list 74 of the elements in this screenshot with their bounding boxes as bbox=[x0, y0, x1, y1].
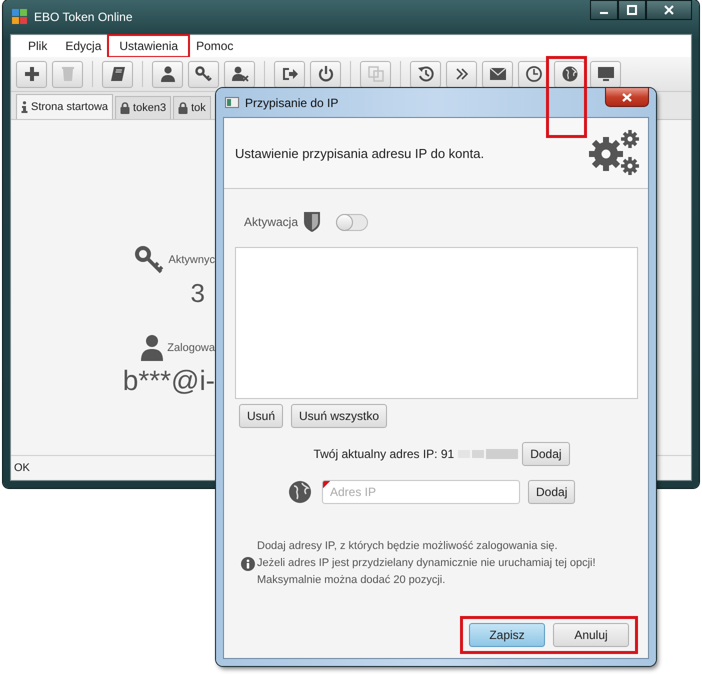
plus-button[interactable] bbox=[16, 60, 47, 88]
stat-label: Zalogowa bbox=[167, 342, 215, 354]
cancel-button[interactable]: Anuluj bbox=[553, 623, 629, 647]
dialog-title: Przypisanie do IP bbox=[245, 96, 338, 110]
close-icon bbox=[664, 5, 674, 15]
stat-value: b***@i- bbox=[122, 365, 215, 397]
blurred-ip-mark bbox=[458, 449, 518, 459]
maximize-button[interactable] bbox=[618, 0, 646, 20]
gears-icon bbox=[588, 128, 642, 178]
add-button[interactable]: Dodaj bbox=[528, 480, 576, 504]
menu-item[interactable]: Ustawienia bbox=[110, 37, 188, 55]
remove-button[interactable]: Usuń bbox=[239, 404, 284, 428]
shield-icon bbox=[304, 212, 320, 232]
info-icon bbox=[21, 101, 28, 113]
clock-button[interactable] bbox=[518, 60, 549, 88]
power-button[interactable] bbox=[310, 60, 341, 88]
key-icon bbox=[134, 246, 165, 274]
stat-label: Aktywnyc bbox=[168, 254, 215, 266]
envelope-button[interactable] bbox=[482, 60, 513, 88]
app-logo-icon bbox=[12, 9, 28, 25]
key-button[interactable] bbox=[188, 60, 219, 88]
info-text: Jeżeli adres IP jest przydzielany dynamicznie nie uruchamiaj tej opcji! bbox=[257, 556, 596, 571]
power-icon bbox=[316, 65, 334, 83]
add-button[interactable]: Dodaj bbox=[522, 442, 570, 466]
user-icon bbox=[158, 65, 176, 83]
plus-icon bbox=[22, 65, 40, 83]
chevrons-button[interactable] bbox=[446, 60, 477, 88]
current-ip-text: Twój aktualny adres IP: 91 bbox=[313, 447, 454, 461]
close-button[interactable] bbox=[646, 0, 692, 20]
tab[interactable]: token3 bbox=[115, 96, 172, 119]
stat-value: 3 bbox=[190, 278, 206, 309]
menu-item[interactable]: Pomoc bbox=[187, 37, 242, 55]
key-icon bbox=[194, 65, 212, 83]
activation-toggle[interactable] bbox=[336, 214, 368, 230]
sign-out-button[interactable] bbox=[274, 60, 305, 88]
copy-icon bbox=[366, 65, 384, 83]
globe-icon bbox=[560, 65, 578, 83]
dialog-heading: Ustawienie przypisania adresu IP do konta. bbox=[235, 146, 486, 160]
activation-label: Aktywacja bbox=[244, 215, 298, 229]
remove-button[interactable]: Usuń wszystko bbox=[291, 404, 388, 428]
history-button[interactable] bbox=[410, 60, 441, 88]
close-icon bbox=[622, 92, 632, 102]
monitor-icon bbox=[596, 65, 614, 83]
window-icon bbox=[225, 97, 239, 108]
clock-icon bbox=[524, 65, 542, 83]
window-title: EBO Token Online bbox=[34, 10, 133, 24]
menu-item[interactable]: Edycja bbox=[56, 37, 110, 55]
maximize-icon bbox=[627, 5, 637, 15]
globe-icon bbox=[289, 481, 311, 503]
user-button[interactable] bbox=[152, 60, 183, 88]
history-icon bbox=[416, 65, 434, 83]
ip-address-field[interactable]: Adres IP bbox=[322, 480, 520, 504]
info-text: Maksymalnie można dodać 20 pozycji. bbox=[257, 573, 446, 588]
status-text: OK bbox=[14, 462, 30, 474]
globe-button[interactable] bbox=[554, 60, 585, 88]
lock-icon bbox=[120, 102, 130, 114]
tab[interactable]: Strona startowa bbox=[16, 94, 114, 119]
info-text: Dodaj adresy IP, z których będzie możliwość zalogowania się. bbox=[257, 539, 559, 554]
sign-out-icon bbox=[280, 65, 298, 83]
user-remove-button[interactable] bbox=[224, 60, 255, 88]
save-button[interactable]: Zapisz bbox=[469, 623, 545, 647]
minimize-icon bbox=[600, 12, 608, 14]
envelope-icon bbox=[488, 65, 506, 83]
user-remove-icon bbox=[230, 65, 248, 83]
close-button[interactable] bbox=[605, 88, 649, 107]
book-icon bbox=[108, 65, 126, 83]
lock-icon bbox=[178, 102, 188, 114]
menu-item[interactable]: Plik bbox=[19, 37, 56, 55]
minimize-button[interactable] bbox=[590, 0, 618, 20]
tab[interactable]: tok bbox=[173, 96, 211, 119]
book-button[interactable] bbox=[102, 60, 133, 88]
info-icon bbox=[241, 556, 255, 570]
user-icon bbox=[141, 335, 164, 361]
monitor-button[interactable] bbox=[590, 60, 621, 88]
